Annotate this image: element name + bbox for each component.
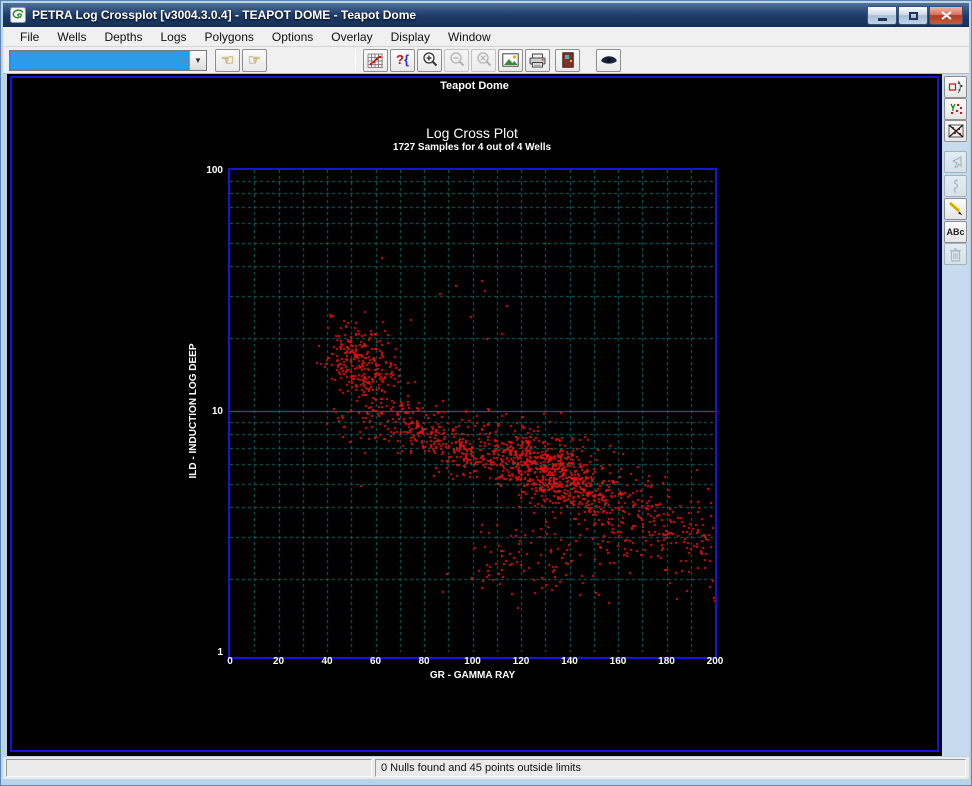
status-message: 0 Nulls found and 45 points outside limi… — [381, 762, 581, 774]
zoom-cancel-icon — [476, 52, 491, 67]
title-bar: PETRA Log Crossplot [v3004.3.0.4] - TEAP… — [3, 3, 969, 27]
status-bar: 0 Nulls found and 45 points outside limi… — [3, 757, 969, 779]
plot-client-area: Teapot Dome Log Cross Plot 1727 Samples … — [7, 74, 942, 756]
eye-icon — [600, 56, 617, 64]
well-selector-value — [10, 50, 189, 70]
zoom-in-button[interactable] — [417, 48, 442, 72]
menu-item-options[interactable]: Options — [263, 28, 322, 46]
export-image-icon — [502, 53, 519, 67]
minimize-icon — [877, 17, 887, 21]
x-axis-label: GR - GAMMA RAY — [429, 670, 516, 681]
hand-left-icon: ☜ — [220, 51, 235, 69]
app-window: PETRA Log Crossplot [v3004.3.0.4] - TEAP… — [0, 0, 972, 786]
status-panel-left — [6, 759, 372, 777]
trash-icon — [950, 247, 961, 262]
y-tick-10: 10 — [211, 406, 223, 417]
menu-item-wells[interactable]: Wells — [48, 28, 95, 46]
view-options-button[interactable] — [596, 48, 621, 72]
polygon-define-button[interactable] — [944, 76, 967, 98]
zoom-out-button[interactable] — [444, 48, 469, 72]
polygon-define-icon — [948, 80, 962, 94]
digitize-button[interactable] — [944, 175, 967, 197]
previous-well-button[interactable]: ☜ — [215, 48, 240, 72]
y-tick-100: 100 — [206, 165, 223, 176]
well-selector-combobox[interactable]: ▼ — [9, 49, 207, 71]
menu-item-logs[interactable]: Logs — [152, 28, 196, 46]
toolbar: ▼ ☜ ☞ ?{ — [3, 47, 969, 74]
polygon-exclude-points-button[interactable] — [944, 120, 967, 142]
export-image-button[interactable] — [498, 48, 523, 72]
x-tick-100: 100 — [464, 656, 481, 667]
crossplot-grid-button[interactable] — [363, 48, 388, 72]
x-tick-40: 40 — [321, 656, 333, 667]
maximize-icon — [908, 11, 918, 20]
chart-subtitle: 1727 Samples for 4 out of 4 Wells — [392, 142, 552, 153]
print-button[interactable] — [525, 48, 550, 72]
right-tool-strip: ABc — [942, 74, 969, 756]
select-cursor-icon — [951, 156, 961, 168]
delete-button[interactable] — [944, 243, 967, 265]
menu-item-file[interactable]: File — [11, 28, 48, 46]
digitize-squiggle-icon — [953, 178, 958, 193]
minimize-button[interactable] — [867, 6, 897, 25]
query-filter-icon: ?{ — [395, 52, 409, 67]
menu-item-overlay[interactable]: Overlay — [322, 28, 381, 46]
window-title: PETRA Log Crossplot [v3004.3.0.4] - TEAP… — [32, 8, 417, 22]
pencil-draw-button[interactable] — [944, 198, 967, 220]
text-annotation-button[interactable]: ABc — [944, 221, 967, 243]
close-icon — [940, 11, 952, 20]
polygon-include-points-icon — [949, 103, 962, 114]
menu-item-display[interactable]: Display — [382, 28, 439, 46]
pencil-icon — [948, 201, 962, 216]
zoom-out-icon — [449, 52, 464, 67]
polygon-exclude-points-icon — [948, 124, 963, 138]
menu-item-polygons[interactable]: Polygons — [196, 28, 263, 46]
x-tick-140: 140 — [561, 656, 578, 667]
menu-item-window[interactable]: Window — [439, 28, 500, 46]
x-tick-80: 80 — [418, 656, 430, 667]
app-icon — [10, 7, 26, 23]
x-tick-60: 60 — [369, 656, 382, 667]
page-header: Teapot Dome — [440, 80, 509, 92]
crossplot-grid-icon — [367, 53, 383, 68]
plot-frame — [228, 168, 717, 659]
menu-bar: File Wells Depths Logs Polygons Options Overla… — [3, 27, 969, 47]
status-panel-message: 0 Nulls found and 45 points outside limi… — [375, 759, 966, 777]
select-cursor-button[interactable] — [944, 151, 967, 173]
x-tick-160: 160 — [609, 656, 627, 667]
exit-door-icon — [561, 52, 574, 68]
print-icon — [529, 53, 546, 67]
chart-title: Log Cross Plot — [426, 125, 518, 141]
x-tick-20: 20 — [272, 656, 285, 667]
y-tick-1: 1 — [217, 647, 223, 658]
query-filter-button[interactable]: ?{ — [390, 48, 415, 72]
chevron-down-icon[interactable]: ▼ — [189, 50, 206, 70]
close-button[interactable] — [929, 6, 963, 25]
polygon-include-points-button[interactable] — [944, 98, 967, 120]
next-well-button[interactable]: ☞ — [242, 48, 267, 72]
hand-right-icon: ☞ — [247, 51, 262, 69]
abc-icon: ABc — [946, 227, 965, 237]
zoom-cancel-button[interactable] — [471, 48, 496, 72]
exit-button[interactable] — [555, 48, 580, 72]
menu-item-depths[interactable]: Depths — [95, 28, 151, 46]
toolbar-separator — [355, 49, 356, 71]
crossplot-canvas[interactable] — [230, 170, 715, 652]
x-tick-180: 180 — [658, 656, 675, 667]
maximize-button[interactable] — [898, 6, 928, 25]
zoom-in-icon — [422, 52, 437, 67]
x-tick-120: 120 — [512, 656, 530, 667]
x-tick-200: 200 — [706, 656, 724, 667]
